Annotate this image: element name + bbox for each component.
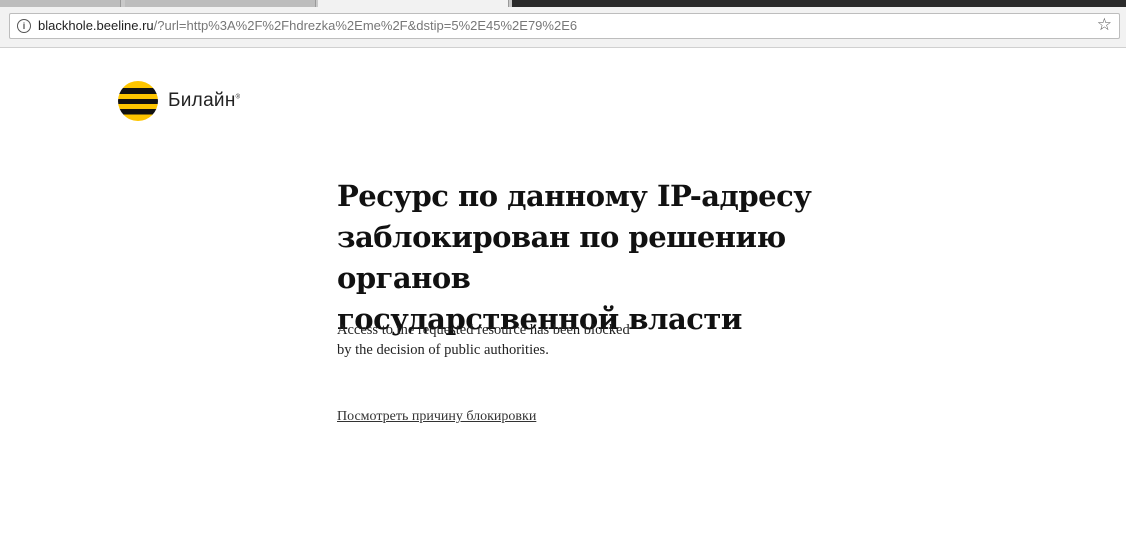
address-bar[interactable]: i blackhole.beeline.ru/?url=http%3A%2F%2… [9,13,1120,39]
desc-line: Access to the requested resource has bee… [337,322,630,338]
beeline-logo[interactable]: Билайн® [118,81,240,121]
info-icon[interactable]: i [17,19,31,33]
tab-strip [0,0,1126,7]
title-line: заблокирован по решению органов [337,220,786,295]
tab-active[interactable] [318,0,509,7]
desc-line: by the decision of public authorities. [337,342,549,358]
bookmark-star-icon[interactable]: ☆ [1097,15,1112,35]
url-text[interactable]: blackhole.beeline.ru/?url=http%3A%2F%2Fh… [38,18,577,33]
title-line: Ресурс по данному IP-адресу [337,179,812,213]
view-block-reason-link[interactable]: Посмотреть причину блокировки [337,409,536,425]
url-host: blackhole.beeline.ru [38,18,154,33]
url-path: /?url=http%3A%2F%2Fhdrezka%2Eme%2F&dstip… [153,18,578,33]
tab-strip-empty [512,0,1126,7]
tab[interactable] [0,0,121,7]
brand-name: Билайн® [168,90,241,111]
page-title: Ресурс по данному IP-адресу заблокирован… [337,176,897,340]
block-description: Access to the requested resource has bee… [337,320,630,360]
tab[interactable] [125,0,316,7]
browser-toolbar: i blackhole.beeline.ru/?url=http%3A%2F%2… [0,7,1126,48]
beeline-ball-icon [118,81,158,121]
